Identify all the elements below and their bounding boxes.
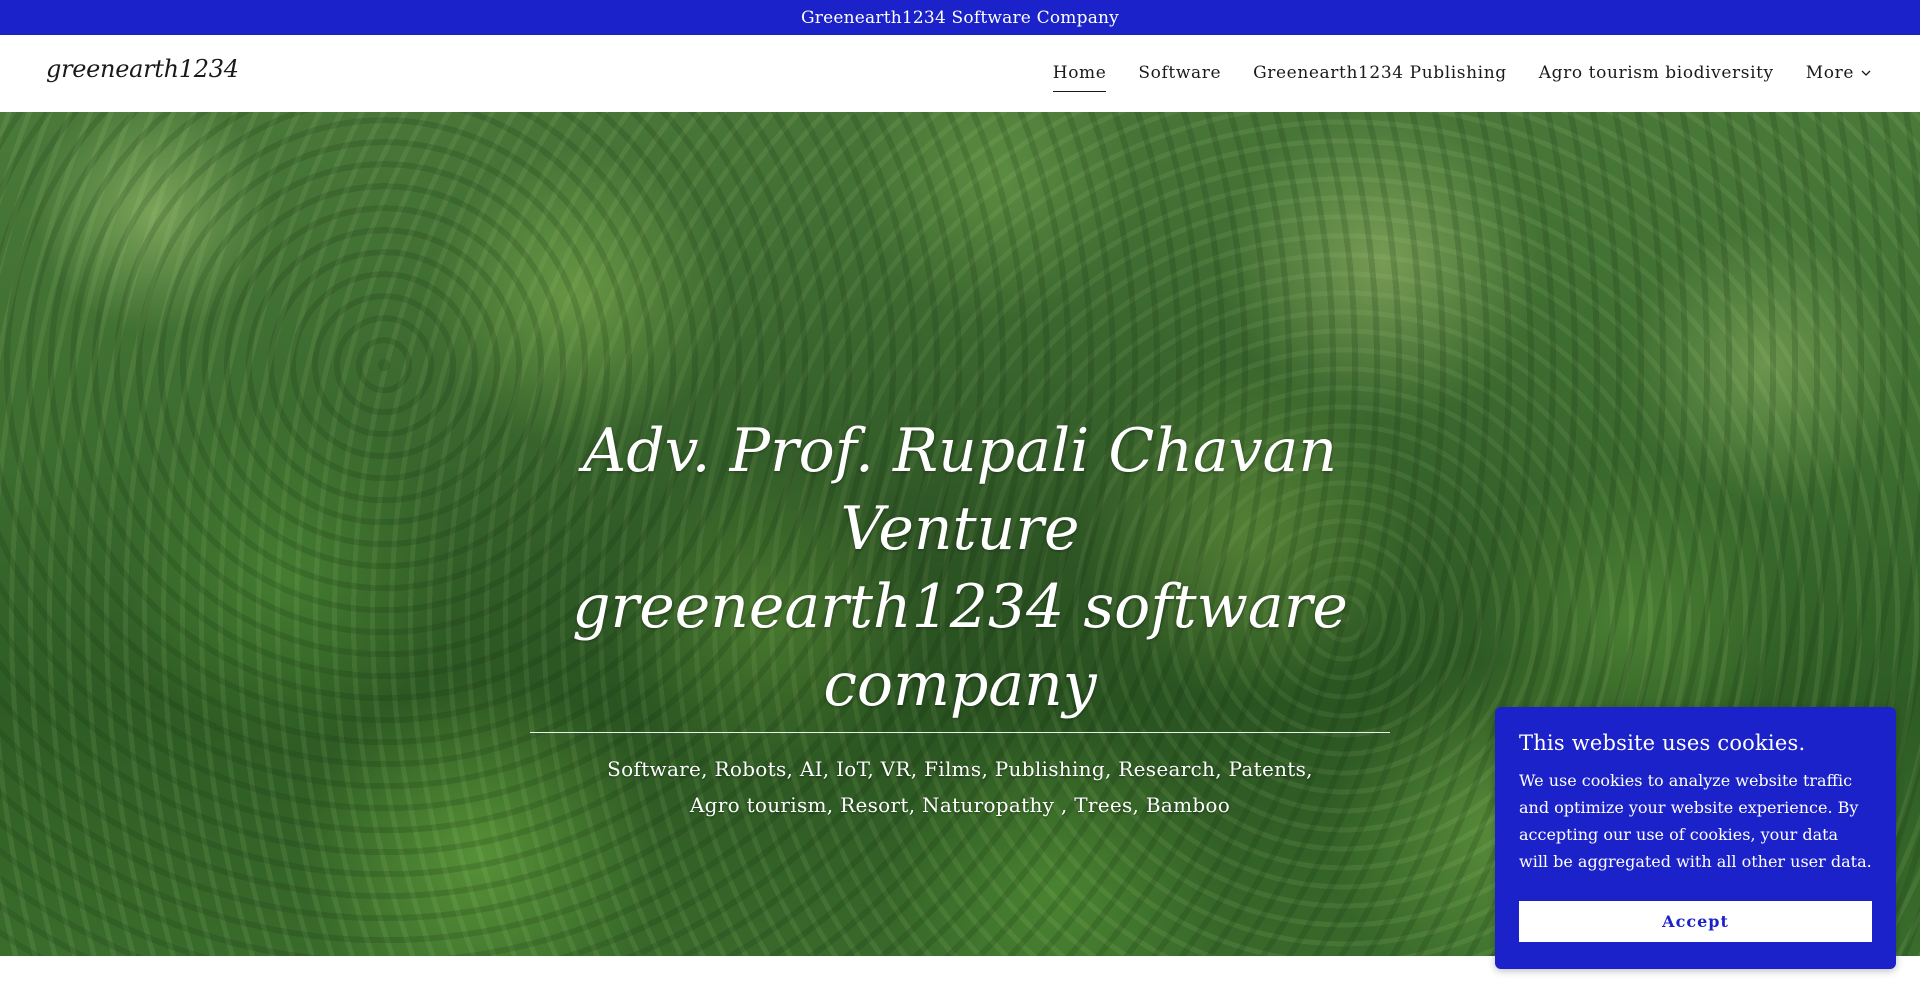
hero-title: Adv. Prof. Rupali Chavan Venture greenea… xyxy=(530,412,1390,724)
chevron-down-icon xyxy=(1861,70,1871,76)
hero-title-line2: greenearth1234 software company xyxy=(572,572,1348,720)
nav-software[interactable]: Software xyxy=(1138,63,1221,83)
accept-button[interactable]: Accept xyxy=(1519,901,1872,942)
nav-more[interactable]: More xyxy=(1806,63,1872,83)
site-header: greenearth1234 Home Software Greenearth1… xyxy=(0,35,1920,112)
cookie-title: This website uses cookies. xyxy=(1519,731,1806,755)
site-logo[interactable]: greenearth1234 xyxy=(46,55,239,83)
hero-content: Adv. Prof. Rupali Chavan Venture greenea… xyxy=(530,412,1390,823)
nav-publishing[interactable]: Greenearth1234 Publishing xyxy=(1253,63,1507,83)
main-nav: Home Software Greenearth1234 Publishing … xyxy=(1052,63,1872,92)
nav-agro-tourism[interactable]: Agro tourism biodiversity xyxy=(1539,63,1774,83)
cookie-banner: This website uses cookies. We use cookie… xyxy=(1495,707,1896,969)
nav-home[interactable]: Home xyxy=(1052,63,1107,92)
announcement-bar: Greenearth1234 Software Company xyxy=(0,0,1920,35)
announcement-text: Greenearth1234 Software Company xyxy=(801,7,1119,28)
cookie-body: We use cookies to analyze website traffi… xyxy=(1519,771,1872,871)
hero-divider xyxy=(530,732,1390,733)
hero-subtitle: Software, Robots, AI, IoT, VR, Films, Pu… xyxy=(607,757,1313,817)
nav-more-label: More xyxy=(1805,63,1854,83)
hero-title-line1: Adv. Prof. Rupali Chavan Venture xyxy=(582,416,1338,564)
